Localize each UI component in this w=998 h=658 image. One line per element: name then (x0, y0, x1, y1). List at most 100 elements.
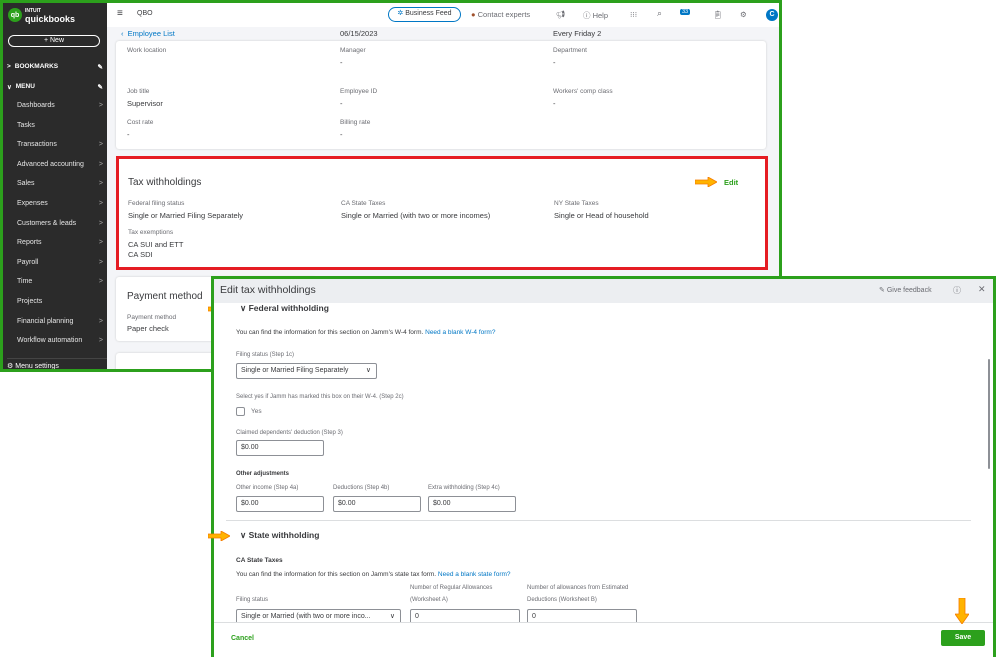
sidebar-item-label: Time (17, 278, 33, 286)
sidebar-item-label: Reports (17, 239, 42, 247)
give-feedback-button[interactable]: ✎ Give feedback (879, 286, 932, 294)
sidebar-item-label: Workflow automation (17, 337, 83, 345)
filing-status-label: Filing status (Step 1c) (236, 352, 295, 358)
sidebar-item-time[interactable]: Time > (17, 278, 103, 285)
state-withholding-toggle[interactable]: ∨ State withholding (240, 530, 319, 541)
state-info: You can find the information for this se… (236, 571, 511, 578)
sparkle-icon: ✲ (397, 10, 404, 17)
regular-allowances-sublabel: (Worksheet A) (410, 597, 448, 603)
megaphone-icon[interactable]: 📢︎ (556, 10, 566, 19)
sidebar-item-label: Tasks (17, 121, 35, 129)
breadcrumb-label: Employee List (127, 29, 175, 38)
field-value: - (127, 130, 130, 139)
business-feed-button[interactable]: ✲ Business Feed (388, 7, 461, 22)
tax-withholdings-title: Tax withholdings (128, 177, 202, 188)
sidebar-item-expenses[interactable]: Expenses > (17, 200, 103, 207)
chevron-right-icon: > (98, 239, 103, 247)
qb-logo-icon: qb (8, 8, 22, 22)
field-value: - (553, 58, 556, 67)
business-feed-label: Business Feed (405, 10, 452, 17)
field-label: Job title (127, 88, 150, 95)
sidebar-item-label: Customers & leads (17, 219, 77, 227)
edit-tax-withholdings-link[interactable]: Edit (724, 178, 738, 187)
clipboard-icon[interactable]: 📋︎ (713, 10, 723, 19)
federal-withholding-toggle[interactable]: ∨ Federal withholding (240, 303, 329, 314)
field-label: Billing rate (340, 119, 371, 126)
chevron-down-icon: ∨ (240, 530, 247, 540)
scrollbar[interactable] (988, 359, 990, 469)
give-feedback-label: Give feedback (886, 287, 932, 294)
top-bar: ≡ QBO ✲ Business Feed ● Contact experts … (107, 3, 779, 27)
company-name: QBO (137, 10, 153, 17)
employment-details-card: Work location Manager - Department - Job titl… (116, 41, 766, 149)
gear-icon: ⚙ (7, 363, 14, 370)
chevron-right-icon: > (98, 258, 103, 266)
dependents-input[interactable]: $0.00 (236, 440, 324, 456)
pencil-icon[interactable]: ✎ (98, 63, 103, 71)
sidebar-item-financial-planning[interactable]: Financial planning > (17, 318, 103, 325)
logo-name: quickbooks (25, 14, 76, 24)
quickbooks-logo[interactable]: qb INTUIT quickbooks (8, 7, 76, 24)
sidebar-item-transactions[interactable]: Transactions > (17, 141, 103, 148)
other-income-input[interactable]: $0.00 (236, 496, 324, 512)
extra-withholding-input[interactable]: $0.00 (428, 496, 516, 512)
breadcrumb-employee-list[interactable]: ‹ Employee List (121, 29, 175, 38)
search-icon[interactable]: ⌕ (657, 8, 662, 19)
deductions-input[interactable]: $0.00 (333, 496, 421, 512)
deductions-label: Deductions (Step 4b) (333, 485, 390, 491)
new-button[interactable]: + New (8, 35, 100, 47)
tax-exemptions-label: Tax exemptions (128, 229, 174, 236)
apps-grid-icon[interactable]: ⁝⁝⁝ (630, 10, 637, 19)
sidebar-item-projects[interactable]: Projects (17, 298, 103, 305)
filing-status-select[interactable]: Single or Married Filing Separately ∨ (236, 363, 377, 379)
sidebar-item-label: Expenses (17, 200, 48, 207)
state-filing-status-label: Filing status (236, 597, 269, 603)
contact-experts-button[interactable]: ● Contact experts (471, 10, 530, 19)
sidebar-item-payroll[interactable]: Payroll > (17, 259, 103, 266)
estimated-allowances-sublabel: Deductions (Worksheet B) (527, 597, 597, 603)
ny-state-label: NY State Taxes (554, 200, 599, 207)
chevron-right-icon: > (98, 141, 103, 149)
chevron-right-icon: > (98, 317, 103, 325)
chevron-right-icon: > (98, 180, 103, 188)
pencil-icon[interactable]: ✎ (98, 83, 103, 91)
arrow-right-icon (208, 531, 230, 541)
help-button[interactable]: ⓘ Help (583, 10, 608, 21)
bookmarks-section[interactable]: > BOOKMARKS ✎ (7, 63, 103, 71)
sidebar-item-customers-leads[interactable]: Customers & leads > (17, 220, 103, 227)
sidebar-item-workflow-automation[interactable]: Workflow automation > (17, 337, 103, 344)
menu-settings[interactable]: ⚙ Menu settings (7, 358, 107, 370)
help-label: Help (592, 11, 609, 20)
sidebar-item-advanced-accounting[interactable]: Advanced accounting > (17, 161, 103, 168)
federal-filing-value: Single or Married Filing Separately (128, 211, 244, 220)
field-value: - (340, 58, 343, 67)
step2c-checkbox[interactable] (236, 407, 245, 416)
sidebar-item-label: Transactions (17, 141, 57, 149)
chevron-right-icon: > (98, 160, 103, 168)
menu-section[interactable]: ∨ MENU ✎ (7, 83, 103, 91)
user-avatar[interactable]: C (766, 9, 778, 21)
ca-state-label: CA State Taxes (341, 200, 386, 207)
close-icon[interactable]: ✕ (978, 284, 986, 295)
field-value: - (340, 130, 343, 139)
state-withholding-heading: State withholding (248, 530, 320, 540)
chevron-down-icon: ∨ (7, 84, 12, 91)
sidebar-item-tasks[interactable]: Tasks (17, 122, 103, 129)
field-label: Manager (340, 47, 366, 54)
cancel-button[interactable]: Cancel (231, 635, 254, 642)
sidebar-item-sales[interactable]: Sales > (17, 180, 103, 187)
sidebar-item-label: Advanced accounting (17, 160, 84, 168)
ny-state-value: Single or Head of household (554, 211, 649, 220)
feedback-icon: ✎ (879, 287, 885, 294)
help-icon: ⓘ (583, 11, 591, 20)
save-button[interactable]: Save (941, 630, 985, 646)
sidebar-item-dashboards[interactable]: Dashboards > (17, 102, 103, 109)
gear-icon[interactable]: ⚙ (740, 10, 747, 19)
sidebar-item-reports[interactable]: Reports > (17, 239, 103, 246)
help-icon[interactable]: ⓘ (953, 285, 961, 296)
blank-w4-link[interactable]: Need a blank W-4 form? (425, 329, 495, 336)
collapse-menu-icon[interactable]: ≡ (117, 8, 123, 19)
blank-state-form-link[interactable]: Need a blank state form? (438, 571, 511, 578)
notifications-button[interactable]: 33 (680, 6, 691, 15)
payment-method-label: Payment method (127, 314, 177, 321)
